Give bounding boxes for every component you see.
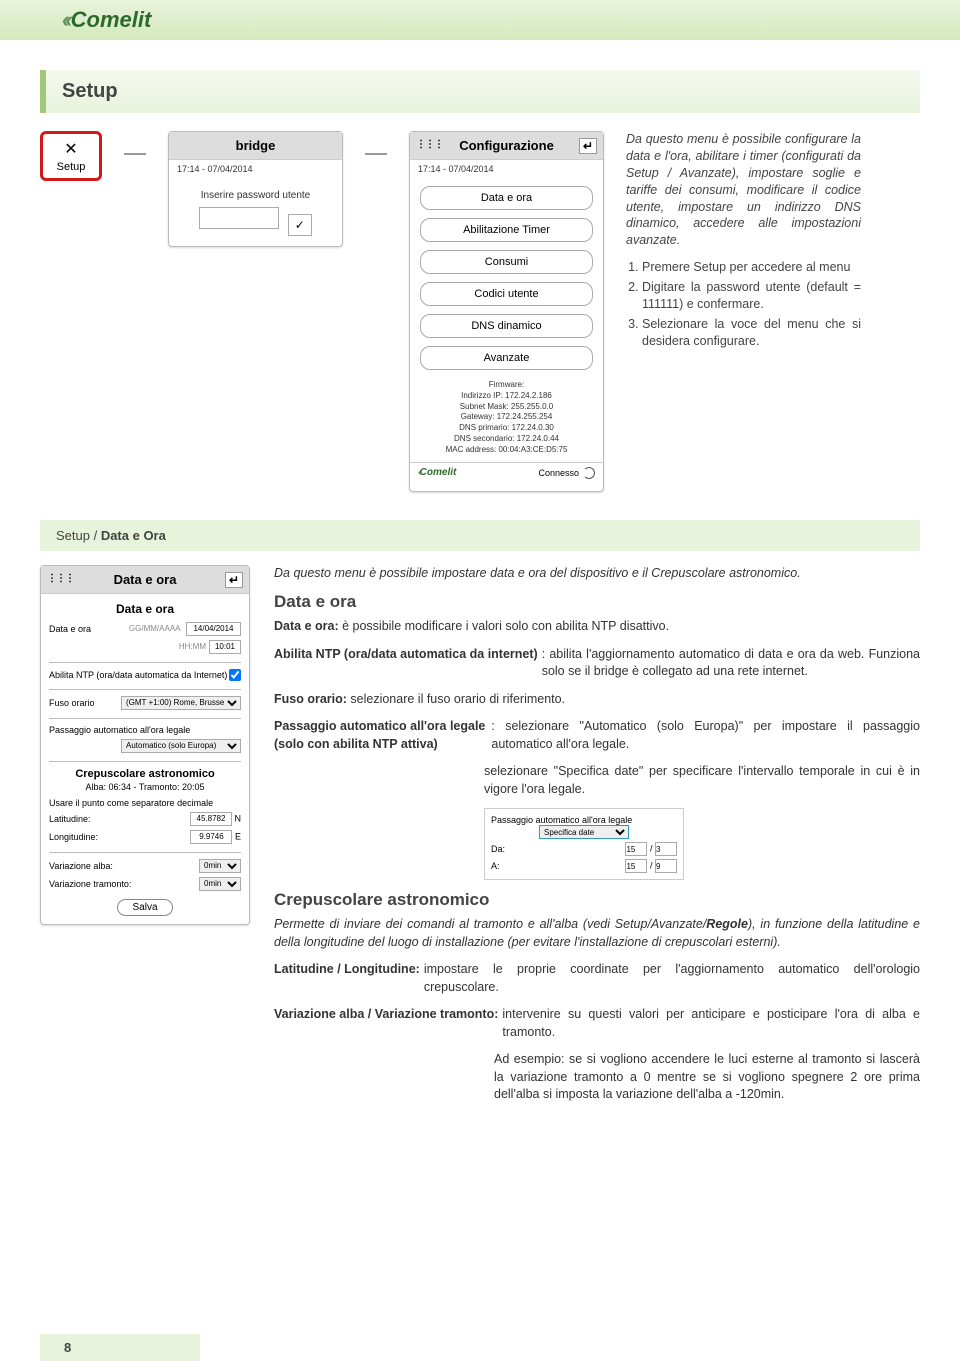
heading-crepuscolare: Crepuscolare astronomico: [274, 890, 920, 910]
step-3: Selezionare la voce del menu che si desi…: [642, 316, 861, 350]
crep-subtitle: Alba: 06:34 - Tramonto: 20:05: [41, 782, 249, 792]
bridge-title: bridge: [169, 132, 342, 160]
da-month[interactable]: [655, 842, 677, 856]
setup-icon-label: Setup: [57, 161, 86, 173]
menu-data-ora[interactable]: Data e ora: [420, 186, 593, 210]
heading-dataora: Data e ora: [274, 592, 920, 612]
wrench-icon: ✕: [64, 139, 77, 159]
lat-label: Latitudine:: [49, 814, 91, 824]
setup-explanation: Da questo menu è possibile configurare l…: [626, 131, 861, 353]
back-icon-2[interactable]: ↵: [225, 572, 243, 588]
breadcrumb-prefix: Setup /: [56, 528, 101, 543]
password-input[interactable]: [199, 207, 279, 229]
confirm-button[interactable]: ✓: [288, 214, 312, 236]
var-alba-select[interactable]: 0min: [199, 859, 241, 873]
crep-title: Crepuscolare astronomico: [41, 768, 249, 780]
mini-select[interactable]: Specifica date: [539, 825, 629, 839]
tz-label: Fuso orario: [49, 698, 95, 708]
grid-icon-2[interactable]: ⋮⋮⋮: [47, 573, 74, 584]
spec-date-note: selezionare "Specifica date" per specifi…: [484, 763, 920, 798]
setup-steps: Premere Setup per accedere al menu Digit…: [626, 259, 861, 349]
menu-codici[interactable]: Codici utente: [420, 282, 593, 306]
da-day[interactable]: [625, 842, 647, 856]
bridge-title-text: bridge: [236, 138, 276, 153]
connector-line-2: [365, 153, 387, 155]
lon-input[interactable]: [190, 830, 232, 844]
back-icon[interactable]: ↵: [579, 138, 597, 154]
grid-icon[interactable]: ⋮⋮⋮: [416, 139, 443, 150]
dataora-screen-title: ⋮⋮⋮ Data e ora ↵: [41, 566, 249, 594]
lat-input[interactable]: [190, 812, 232, 826]
decimal-note: Usare il punto come separatore decimale: [49, 798, 213, 808]
menu-avanzate[interactable]: Avanzate: [420, 346, 593, 370]
date-format: GG/MM/AAAA: [129, 624, 181, 633]
mini-title: Passaggio automatico all'ora legale: [491, 815, 677, 825]
ntp-checkbox[interactable]: [229, 669, 241, 681]
menu-consumi[interactable]: Consumi: [420, 250, 593, 274]
bridge-timestamp: 17:14 - 07/04/2014: [169, 160, 342, 178]
date-label: Data e ora: [49, 624, 91, 634]
var-tram-select[interactable]: 0min: [199, 877, 241, 891]
firmware-info: Firmware:Indirizzo IP: 172.24.2.186Subne…: [410, 380, 603, 456]
save-button[interactable]: Salva: [117, 899, 172, 916]
ntp-label: Abilita NTP (ora/data automatica da Inte…: [49, 670, 229, 680]
var-alba-label: Variazione alba:: [49, 861, 113, 871]
mini-logo: Comelit: [418, 467, 456, 478]
logo: Comelit: [62, 7, 151, 33]
status-text: Connesso: [538, 468, 579, 478]
dataora-screen: ⋮⋮⋮ Data e ora ↵ Data e ora Data e ora G…: [40, 565, 250, 925]
dst-label: Passaggio automatico all'ora legale: [49, 725, 190, 735]
dataora-subsection: Data e ora: [41, 602, 249, 616]
setup-icon-card[interactable]: ✕ Setup: [40, 131, 102, 181]
section-setup-header: Setup: [40, 70, 920, 113]
top-bar: Comelit: [0, 0, 960, 40]
lon-label: Longitudine:: [49, 832, 98, 842]
tz-select[interactable]: (GMT +1:00) Rome, Brussels, Cophenag: [121, 696, 241, 710]
time-format: HH:MM: [179, 642, 206, 651]
dataora-intro: Da questo menu è possibile impostare dat…: [274, 565, 920, 583]
dataora-title-text: Data e ora: [114, 572, 177, 587]
breadcrumb-title: Data e Ora: [101, 528, 166, 543]
menu-dns[interactable]: DNS dinamico: [420, 314, 593, 338]
config-title-text: Configurazione: [459, 138, 554, 153]
connector-line: [124, 153, 146, 155]
spec-date-panel: Passaggio automatico all'ora legale Spec…: [484, 808, 684, 880]
a-day[interactable]: [625, 859, 647, 873]
reload-icon[interactable]: [583, 467, 595, 479]
password-label: Inserire password utente: [169, 190, 342, 201]
time-input[interactable]: [209, 640, 241, 654]
subsection-header: Setup / Data e Ora: [40, 520, 920, 551]
menu-timer[interactable]: Abilitazione Timer: [420, 218, 593, 242]
config-title: ⋮⋮⋮ Configurazione ↵: [410, 132, 603, 160]
a-month[interactable]: [655, 859, 677, 873]
bridge-screen: bridge 17:14 - 07/04/2014 Inserire passw…: [168, 131, 343, 247]
setup-intro: Da questo menu è possibile configurare l…: [626, 131, 861, 249]
step-1: Premere Setup per accedere al menu: [642, 259, 861, 276]
dst-select[interactable]: Automatico (solo Europa): [121, 739, 241, 753]
dataora-explanation: Da questo menu è possibile impostare dat…: [274, 565, 920, 1114]
variation-example: Ad esempio: se si vogliono accendere le …: [494, 1051, 920, 1104]
config-timestamp: 17:14 - 07/04/2014: [410, 160, 603, 178]
config-screen: ⋮⋮⋮ Configurazione ↵ 17:14 - 07/04/2014 …: [409, 131, 604, 492]
date-input[interactable]: [186, 622, 241, 636]
var-tram-label: Variazione tramonto:: [49, 879, 131, 889]
step-2: Digitare la password utente (default = 1…: [642, 279, 861, 313]
